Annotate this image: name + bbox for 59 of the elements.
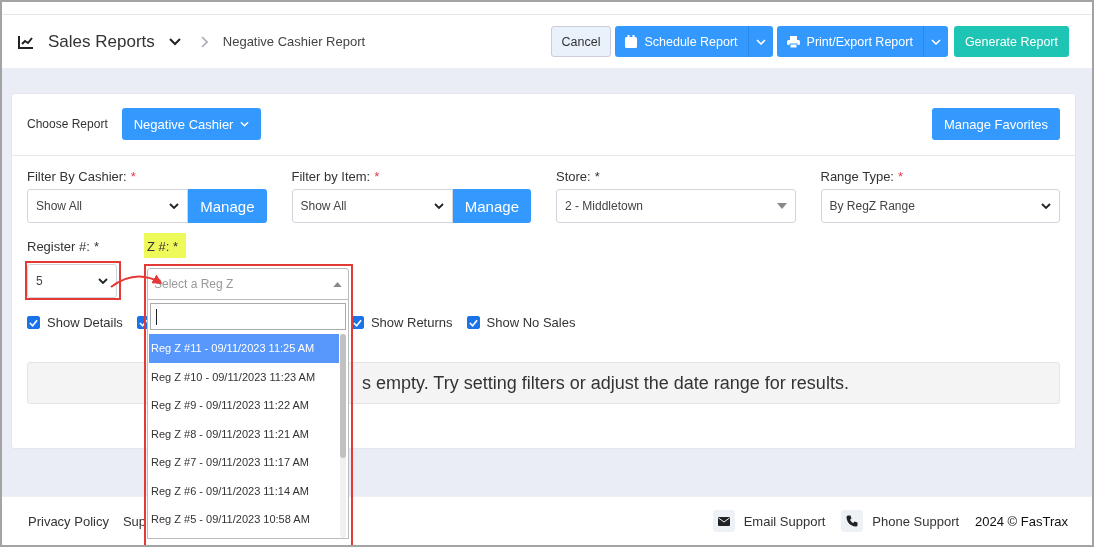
field-label: Store:: [556, 169, 591, 186]
chevron-down-icon: [433, 203, 444, 209]
chevron-down-icon: [169, 203, 180, 209]
support-link[interactable]: Phone Support: [872, 513, 960, 529]
chart-icon: [18, 34, 34, 49]
support-link[interactable]: Email Support: [743, 513, 826, 529]
triangle-down-icon: [776, 203, 787, 209]
field-label: Register #:: [27, 239, 90, 256]
footer-link[interactable]: Privacy Policy: [28, 513, 109, 529]
register-select[interactable]: 5: [27, 264, 117, 298]
chevron-down-icon[interactable]: [168, 37, 181, 46]
dropdown-option[interactable]: Reg Z #5 - 09/11/2023 10:58 AM: [149, 505, 339, 534]
required-mark: *: [594, 169, 600, 186]
breadcrumb-separator-icon: [200, 35, 208, 48]
check-icon: [29, 318, 38, 327]
required-mark: *: [130, 169, 136, 186]
dropdown-toggle[interactable]: [922, 26, 948, 57]
field-label: Filter by Item:: [291, 169, 371, 186]
select-field[interactable]: Show All: [27, 189, 189, 223]
chevron-down-icon: [930, 38, 941, 45]
search-field[interactable]: [150, 303, 346, 330]
triangle-up-icon: [333, 281, 342, 287]
chevron-down-icon: [240, 121, 250, 127]
check-icon: [468, 318, 478, 327]
select-field[interactable]: By RegZ Range: [820, 189, 1060, 223]
checkbox[interactable]: [27, 316, 40, 329]
required-mark: *: [374, 169, 380, 186]
page-title: Sales Reports: [48, 31, 155, 52]
scrollbar[interactable]: [340, 334, 346, 538]
dropdown-option[interactable]: Reg Z #9 - 09/11/2023 11:22 AM: [149, 391, 339, 420]
select-field[interactable]: 2 - Middletown: [556, 189, 796, 223]
copyright: 2024 © FasTrax: [975, 513, 1068, 529]
chevron-down-icon: [98, 278, 108, 284]
chevron-down-icon: [1041, 203, 1051, 209]
chevron-down-icon: [755, 38, 766, 45]
check-icon: [352, 318, 362, 327]
breadcrumb: Negative Cashier Report: [222, 34, 366, 49]
printer-icon: [786, 35, 800, 48]
dropdown-option[interactable]: Reg Z #6 - 09/11/2023 11:14 AM: [149, 476, 339, 505]
checkbox-label: Show No Sales: [486, 315, 576, 330]
checkbox[interactable]: [466, 316, 480, 329]
phone-icon: [841, 510, 864, 532]
highlighted-label: Z #: *: [144, 233, 187, 258]
dropdown-option[interactable]: Reg Z #10 - 09/11/2023 11:23 AM: [149, 362, 339, 391]
required-mark: *: [93, 239, 99, 256]
cancel-button[interactable]: Cancel: [550, 26, 612, 57]
dropdown-option[interactable]: Reg Z #8 - 09/11/2023 11:21 AM: [149, 419, 339, 448]
field-label: Range Type:: [820, 169, 894, 186]
select-field[interactable]: Show All: [291, 189, 453, 223]
checkbox-label: Show Returns: [370, 315, 453, 330]
field-label: Filter By Cashier:: [27, 169, 127, 186]
checkbox-label: Show Details: [47, 315, 123, 330]
dropdown-toggle[interactable]: [747, 26, 773, 57]
calendar-icon: [625, 35, 638, 48]
required-mark: *: [898, 169, 904, 186]
choose-report-label: Choose Report: [27, 117, 108, 131]
envelope-icon: [712, 510, 735, 532]
dropdown-option[interactable]: Reg Z #7 - 09/11/2023 11:17 AM: [149, 448, 339, 477]
empty-message: s empty. Try setting filters or adjust the date range for results.: [362, 372, 849, 394]
